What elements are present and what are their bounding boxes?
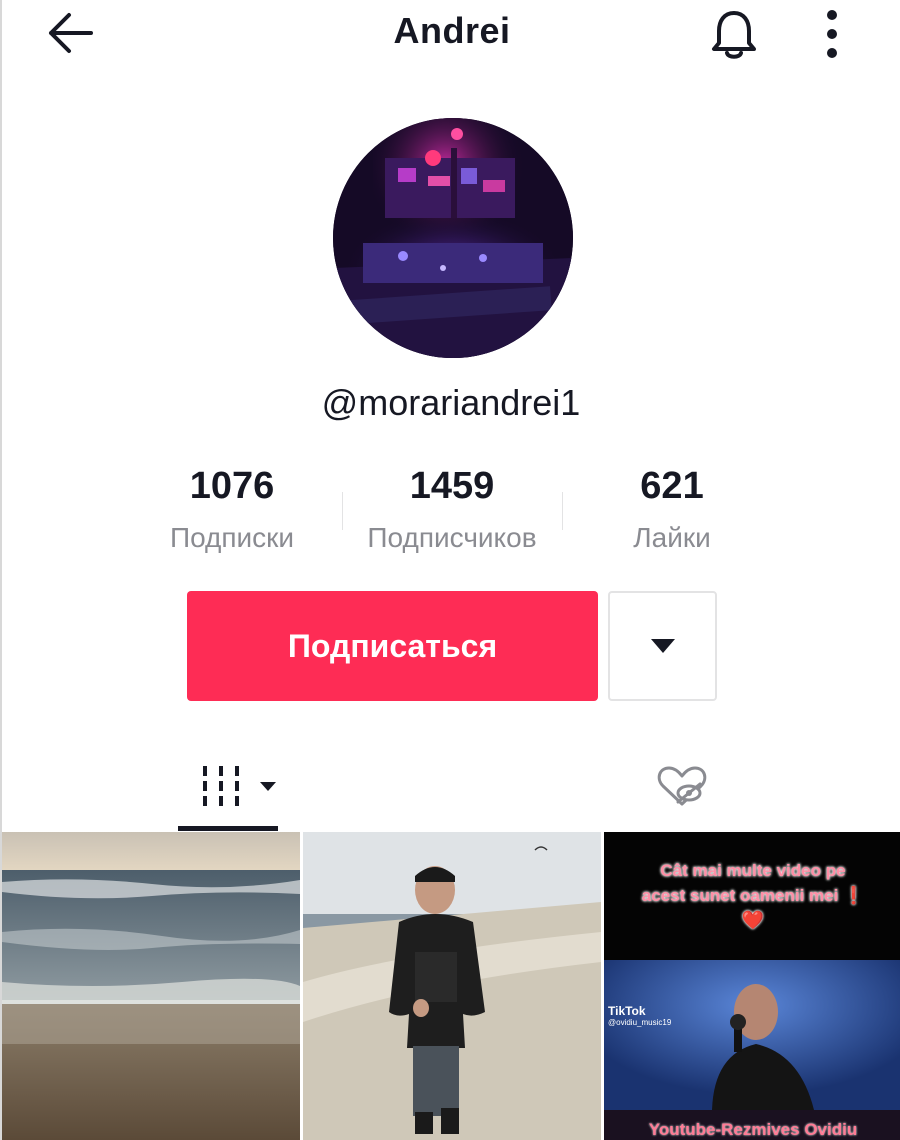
follow-button[interactable]: Подписаться xyxy=(187,591,598,701)
stat-likes[interactable]: 621 Лайки xyxy=(562,460,782,554)
avatar-disco-image xyxy=(333,118,573,358)
video-thumbnail[interactable] xyxy=(2,832,300,1140)
tiktok-watermark: TikTok @ovidiu_music19 xyxy=(608,1004,671,1027)
heart-emoji: ❤️ xyxy=(741,910,765,930)
heart-hidden-icon xyxy=(657,766,707,806)
caret-down-icon xyxy=(260,782,276,791)
video-thumbnail[interactable] xyxy=(303,832,601,1140)
caret-down-icon xyxy=(650,639,675,653)
video-caption-line: acest sunet oamenii mei ❗ xyxy=(641,886,865,905)
man-on-beach-image xyxy=(303,832,601,1140)
profile-username: @morariandrei1 xyxy=(321,382,581,423)
stat-followers-label: Подписчиков xyxy=(367,522,537,553)
sea-waves-image xyxy=(2,832,300,1140)
tab-videos[interactable] xyxy=(178,740,278,832)
stat-following[interactable]: 1076 Подписки xyxy=(122,460,342,554)
active-tab-indicator xyxy=(178,826,278,831)
tab-liked[interactable] xyxy=(642,740,722,832)
top-bar: Andrei xyxy=(2,0,900,70)
suggested-accounts-dropdown-button[interactable] xyxy=(608,591,717,701)
stat-likes-label: Лайки xyxy=(633,522,711,553)
bell-icon xyxy=(712,11,756,59)
stat-followers-count: 1459 xyxy=(409,465,495,507)
stat-following-count: 1076 xyxy=(189,465,275,507)
profile-tabs xyxy=(2,740,900,832)
video-bottom-caption: Youtube-Rezmives Ovidiu xyxy=(648,1120,858,1139)
video-grid: Cât mai multe video pe acest sunet oamen… xyxy=(2,832,900,1140)
video-thumbnail[interactable]: Cât mai multe video pe acest sunet oamen… xyxy=(604,832,900,1140)
video-caption-line: Cât mai multe video pe xyxy=(660,861,846,880)
stat-likes-count: 621 xyxy=(640,465,704,507)
tiktok-watermark-handle: @ovidiu_music19 xyxy=(608,1018,672,1027)
grid-icon xyxy=(203,766,239,806)
notifications-button[interactable] xyxy=(702,4,766,64)
more-options-button[interactable] xyxy=(810,4,854,64)
stat-followers[interactable]: 1459 Подписчиков xyxy=(342,460,562,554)
tiktok-watermark-text: TikTok xyxy=(608,1004,646,1018)
stat-following-label: Подписки xyxy=(169,522,295,553)
profile-stats: 1076 Подписки 1459 Подписчиков 621 Лайки xyxy=(122,460,782,570)
avatar[interactable] xyxy=(333,118,573,358)
more-vertical-icon xyxy=(827,10,837,58)
